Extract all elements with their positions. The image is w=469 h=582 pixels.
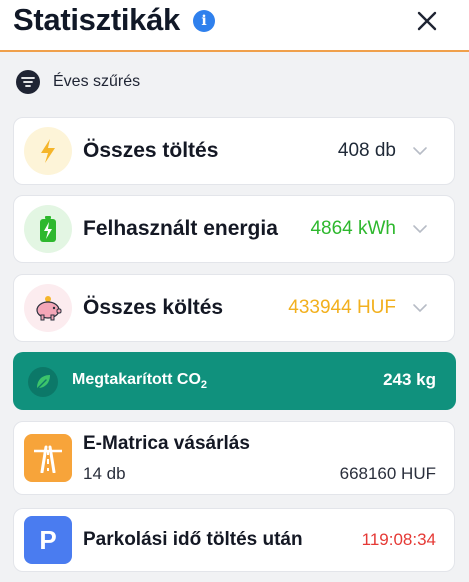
info-icon[interactable]: i	[193, 10, 215, 32]
stat-label: Összes töltés	[83, 139, 219, 162]
filter-label: Éves szűrés	[53, 73, 141, 90]
vignette-title: E-Matrica vásárlás	[83, 433, 250, 454]
chevron-down-icon[interactable]	[412, 223, 428, 235]
parking-icon: P	[24, 516, 72, 564]
energy-used-card[interactable]: Felhasznált energia 4864 kWh	[13, 195, 455, 263]
leaf-icon	[28, 367, 58, 397]
vignette-purchase-card[interactable]: E-Matrica vásárlás 14 db 668160 HUF	[13, 421, 455, 495]
lightning-icon	[24, 127, 72, 175]
stat-value: 4864 kWh	[310, 218, 396, 239]
vignette-count: 14 db	[83, 464, 126, 483]
close-icon[interactable]	[414, 8, 440, 34]
co2-label: Megtakarított CO2	[72, 371, 208, 392]
total-spending-card[interactable]: Összes költés 433944 HUF	[13, 274, 455, 342]
parking-label: Parkolási idő töltés után	[83, 529, 303, 550]
parking-value: 119:08:34	[361, 530, 436, 549]
co2-value: 243 kg	[383, 370, 436, 389]
total-charges-card[interactable]: Összes töltés 408 db	[13, 117, 455, 185]
yearly-filter-button[interactable]: Éves szűrés	[16, 68, 140, 96]
battery-icon	[24, 205, 72, 253]
vignette-price: 668160 HUF	[339, 464, 436, 483]
chevron-down-icon[interactable]	[412, 145, 428, 157]
chevron-down-icon[interactable]	[412, 302, 428, 314]
filter-icon	[16, 70, 40, 94]
stat-value: 433944 HUF	[288, 297, 396, 318]
co2-saved-banner: Megtakarított CO2 243 kg	[13, 352, 456, 410]
parking-time-card[interactable]: P Parkolási idő töltés után 119:08:34	[13, 508, 455, 572]
page-title: Statisztikák	[13, 2, 180, 37]
stat-label: Összes költés	[83, 296, 224, 319]
stat-value: 408 db	[337, 140, 396, 161]
piggy-bank-icon	[24, 284, 72, 332]
header: Statisztikák i	[0, 0, 469, 52]
highway-icon	[24, 434, 72, 482]
stat-label: Felhasznált energia	[83, 217, 278, 240]
